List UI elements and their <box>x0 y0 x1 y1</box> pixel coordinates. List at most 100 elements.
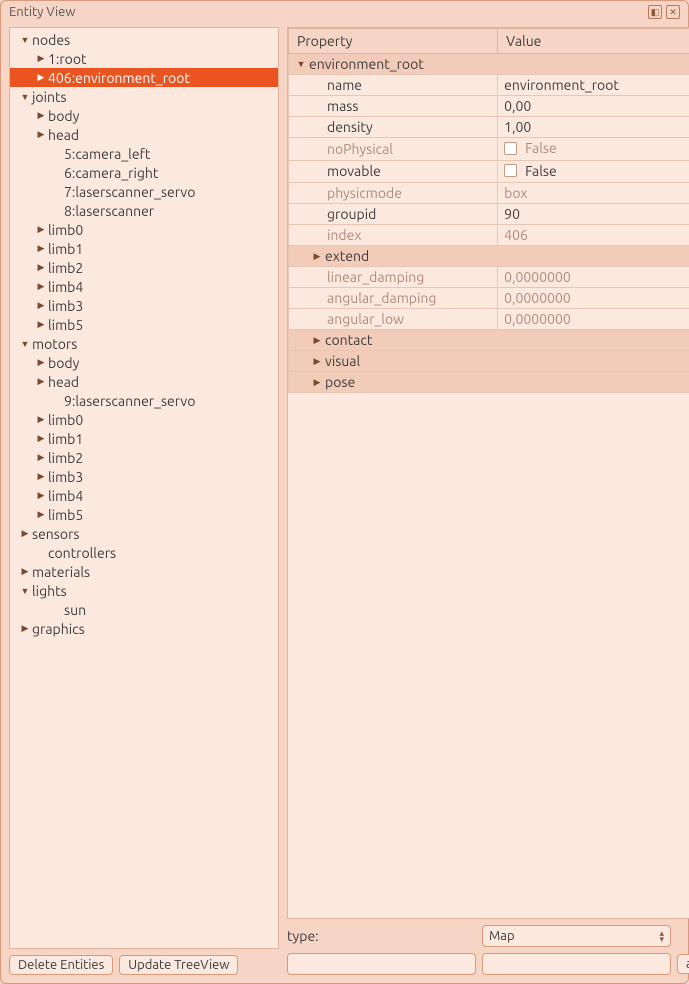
tree-item[interactable]: ▶limb0 <box>10 220 278 239</box>
property-row[interactable]: index406 <box>289 225 689 246</box>
chevron-right-icon[interactable]: ▶ <box>34 319 48 330</box>
value-header[interactable]: Value <box>498 29 689 54</box>
left-pane: ▼nodes▶1:root▶406:environment_root▼joint… <box>9 27 279 975</box>
tree-item[interactable]: ▶6:camera_right <box>10 163 278 182</box>
chevron-right-icon[interactable]: ▶ <box>311 356 323 367</box>
add-button[interactable]: add <box>677 954 689 974</box>
chevron-right-icon[interactable]: ▶ <box>34 300 48 311</box>
chevron-right-icon[interactable]: ▶ <box>34 414 48 425</box>
chevron-right-icon[interactable]: ▶ <box>18 623 32 634</box>
chevron-right-icon[interactable]: ▶ <box>34 433 48 444</box>
tree-item[interactable]: ▶limb3 <box>10 296 278 315</box>
update-treeview-button[interactable]: Update TreeView <box>119 955 238 975</box>
chevron-right-icon[interactable]: ▶ <box>34 53 48 64</box>
tree-item[interactable]: ▶head <box>10 372 278 391</box>
tree-item[interactable]: ▶sun <box>10 600 278 619</box>
property-group-row[interactable]: ▶extend <box>289 246 689 267</box>
property-row[interactable]: linear_damping0,0000000 <box>289 267 689 288</box>
chevron-right-icon[interactable]: ▶ <box>34 72 48 83</box>
tree-item[interactable]: ▼motors <box>10 334 278 353</box>
tree-item-label: limb4 <box>48 279 83 295</box>
tree-item[interactable]: ▶limb2 <box>10 258 278 277</box>
tree-item-label: nodes <box>32 32 70 48</box>
property-row[interactable]: movableFalse <box>289 160 689 183</box>
tree-item[interactable]: ▶9:laserscanner_servo <box>10 391 278 410</box>
chevron-down-icon[interactable]: ▼ <box>18 92 32 102</box>
entity-tree[interactable]: ▼nodes▶1:root▶406:environment_root▼joint… <box>9 27 279 949</box>
tree-item[interactable]: ▼nodes <box>10 30 278 49</box>
close-icon[interactable]: ✕ <box>666 5 680 19</box>
tree-item-label: limb5 <box>48 317 83 333</box>
chevron-down-icon[interactable]: ▼ <box>295 59 307 69</box>
property-row[interactable]: mass0,00 <box>289 96 689 117</box>
chevron-right-icon[interactable]: ▶ <box>18 566 32 577</box>
chevron-right-icon[interactable]: ▶ <box>18 528 32 539</box>
type-select[interactable]: Map ▴▾ <box>482 925 671 947</box>
tree-item[interactable]: ▶limb1 <box>10 429 278 448</box>
tree-item[interactable]: ▶head <box>10 125 278 144</box>
tree-item[interactable]: ▶graphics <box>10 619 278 638</box>
chevron-right-icon[interactable]: ▶ <box>34 110 48 121</box>
tree-item[interactable]: ▶limb0 <box>10 410 278 429</box>
chevron-right-icon[interactable]: ▶ <box>34 243 48 254</box>
chevron-right-icon[interactable]: ▶ <box>311 335 323 346</box>
tree-item[interactable]: ▶1:root <box>10 49 278 68</box>
tree-item[interactable]: ▶limb4 <box>10 486 278 505</box>
detach-icon[interactable]: ◧ <box>648 5 662 19</box>
chevron-right-icon[interactable]: ▶ <box>34 471 48 482</box>
property-value: 0,0000000 <box>504 311 571 327</box>
tree-item[interactable]: ▶limb3 <box>10 467 278 486</box>
chevron-right-icon[interactable]: ▶ <box>34 281 48 292</box>
property-row[interactable]: nameenvironment_root <box>289 75 689 96</box>
tree-item[interactable]: ▶sensors <box>10 524 278 543</box>
property-group-row[interactable]: ▼environment_root <box>289 54 689 75</box>
value-input[interactable] <box>482 953 671 975</box>
property-row[interactable]: physicmodebox <box>289 183 689 204</box>
tree-item[interactable]: ▶body <box>10 106 278 125</box>
property-row[interactable]: angular_low0,0000000 <box>289 309 689 330</box>
tree-item[interactable]: ▶limb2 <box>10 448 278 467</box>
tree-item[interactable]: ▶limb5 <box>10 505 278 524</box>
chevron-right-icon[interactable]: ▶ <box>34 452 48 463</box>
chevron-right-icon[interactable]: ▶ <box>34 376 48 387</box>
property-row[interactable]: noPhysicalFalse <box>289 138 689 161</box>
chevron-right-icon[interactable]: ▶ <box>34 357 48 368</box>
property-group-row[interactable]: ▶visual <box>289 351 689 372</box>
tree-item[interactable]: ▶limb4 <box>10 277 278 296</box>
tree-item[interactable]: ▼lights <box>10 581 278 600</box>
tree-item[interactable]: ▶7:laserscanner_servo <box>10 182 278 201</box>
property-row[interactable]: density1,00 <box>289 117 689 138</box>
delete-entities-button[interactable]: Delete Entities <box>9 955 113 975</box>
chevron-right-icon[interactable]: ▶ <box>34 262 48 273</box>
property-group-row[interactable]: ▶contact <box>289 330 689 351</box>
tree-item[interactable]: ▶body <box>10 353 278 372</box>
tree-item[interactable]: ▶limb5 <box>10 315 278 334</box>
tree-item[interactable]: ▶materials <box>10 562 278 581</box>
tree-item[interactable]: ▶406:environment_root <box>10 68 278 87</box>
tree-item-label: limb3 <box>48 469 83 485</box>
property-value: environment_root <box>504 77 619 93</box>
tree-item[interactable]: ▼joints <box>10 87 278 106</box>
chevron-right-icon[interactable]: ▶ <box>34 490 48 501</box>
checkbox[interactable] <box>504 164 517 177</box>
property-row[interactable]: angular_damping0,0000000 <box>289 288 689 309</box>
chevron-right-icon[interactable]: ▶ <box>311 377 323 388</box>
property-row[interactable]: groupid90 <box>289 204 689 225</box>
chevron-right-icon[interactable]: ▶ <box>34 129 48 140</box>
chevron-down-icon[interactable]: ▼ <box>18 586 32 596</box>
chevron-down-icon[interactable]: ▼ <box>18 35 32 45</box>
chevron-right-icon[interactable]: ▶ <box>311 251 323 262</box>
property-group-row[interactable]: ▶pose <box>289 372 689 393</box>
tree-item-label: 6:camera_right <box>64 165 158 181</box>
chevron-right-icon[interactable]: ▶ <box>34 224 48 235</box>
chevron-right-icon[interactable]: ▶ <box>34 509 48 520</box>
tree-item[interactable]: ▶5:camera_left <box>10 144 278 163</box>
property-value: False <box>525 140 557 156</box>
key-input[interactable] <box>287 953 476 975</box>
tree-item[interactable]: ▶limb1 <box>10 239 278 258</box>
chevron-down-icon[interactable]: ▼ <box>18 339 32 349</box>
tree-item[interactable]: ▶8:laserscanner <box>10 201 278 220</box>
tree-item[interactable]: ▶controllers <box>10 543 278 562</box>
property-header[interactable]: Property <box>289 29 498 54</box>
content-split: ▼nodes▶1:root▶406:environment_root▼joint… <box>1 23 688 983</box>
